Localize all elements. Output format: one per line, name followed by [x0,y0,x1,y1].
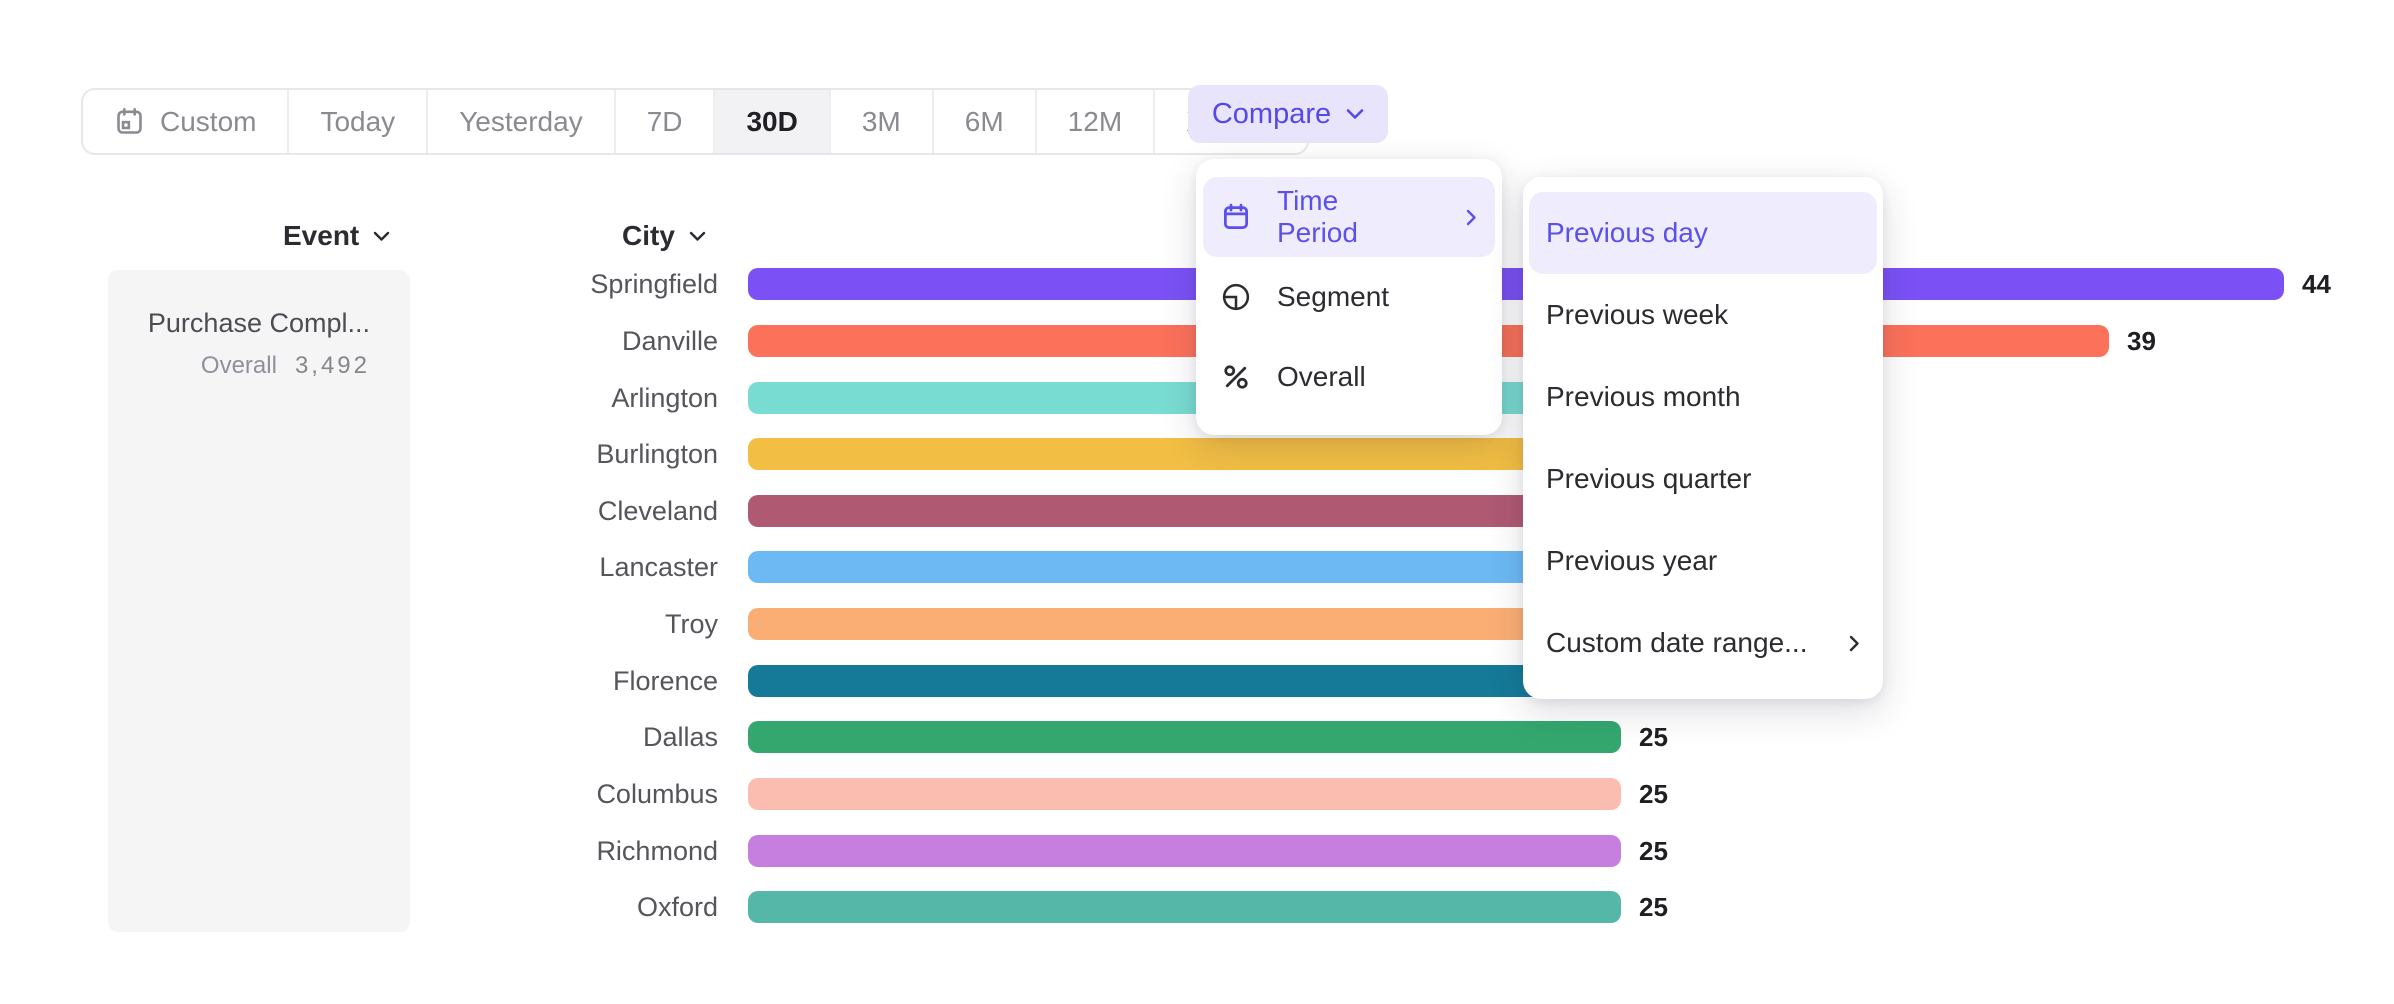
date-range-custom[interactable]: Custom [83,90,289,153]
date-range-6m[interactable]: 6M [934,90,1037,153]
bar-value: 44 [2302,268,2331,300]
chart-row: Richmond 25 [0,835,2394,867]
submenu-item-previous-year[interactable]: Previous year [1529,520,1877,602]
bar-label: Springfield [0,268,718,301]
chevron-right-icon [1466,209,1477,226]
chart-row: Burlington [0,438,2394,470]
bar-label: Oxford [0,891,718,924]
bar-label: Florence [0,665,718,698]
bar-label: Danville [0,325,718,358]
chart-row: Florence [0,665,2394,697]
calendar-icon [114,106,145,137]
insights-report: Custom Today Yesterday 7D 30D 3M 6M 12M … [0,0,2394,1004]
percent-icon [1221,362,1251,392]
date-range-3m[interactable]: 3M [831,90,934,153]
bar-label: Troy [0,608,718,641]
bar-label: Cleveland [0,495,718,528]
submenu-item-custom-date-range[interactable]: Custom date range... [1529,602,1877,684]
compare-button[interactable]: Compare [1188,85,1388,143]
chart-row: Oxford 25 [0,891,2394,923]
date-range-30d[interactable]: 30D [715,90,830,153]
bar-label: Richmond [0,835,718,868]
date-range-toolbar: Custom Today Yesterday 7D 30D 3M 6M 12M … [81,88,1309,155]
calendar-icon [1221,202,1251,232]
chevron-down-icon [1346,108,1364,120]
bar-value: 39 [2127,325,2156,357]
date-range-label: Custom [160,106,256,138]
date-range-today[interactable]: Today [289,90,428,153]
menu-item-time-period[interactable]: Time Period [1203,177,1495,257]
segment-icon [1221,282,1251,312]
menu-item-overall[interactable]: Overall [1203,337,1495,417]
chart-row: Troy [0,608,2394,640]
event-column-header[interactable]: Event [283,219,390,253]
time-period-submenu: Previous day Previous week Previous mont… [1523,177,1883,699]
bar-florence[interactable] [748,665,1655,697]
bar-value: 25 [1639,778,1668,810]
compare-menu: Time Period Segment [1196,159,1502,435]
bar-springfield[interactable] [748,268,2284,300]
menu-item-segment[interactable]: Segment [1203,257,1495,337]
bar-label: Dallas [0,721,718,754]
chevron-down-icon [689,231,706,242]
date-range-yesterday[interactable]: Yesterday [428,90,616,153]
city-column-header[interactable]: City [622,219,706,253]
bar-columbus[interactable] [748,778,1621,810]
submenu-item-previous-day[interactable]: Previous day [1529,192,1877,274]
bar-label: Lancaster [0,551,718,584]
bar-label: Arlington [0,382,718,415]
submenu-item-previous-quarter[interactable]: Previous quarter [1529,438,1877,520]
chart-row: Dallas 25 [0,721,2394,753]
submenu-item-previous-month[interactable]: Previous month [1529,356,1877,438]
bar-label: Burlington [0,438,718,471]
date-range-12m[interactable]: 12M [1037,90,1155,153]
chart-row: Lancaster [0,551,2394,583]
bar-value: 25 [1639,835,1668,867]
submenu-item-previous-week[interactable]: Previous week [1529,274,1877,356]
bar-dallas[interactable] [748,721,1621,753]
bar-label: Columbus [0,778,718,811]
event-card[interactable]: Purchase Compl... Overall 3,492 [108,270,410,932]
chart-row: Columbus 25 [0,778,2394,810]
bar-oxford[interactable] [748,891,1621,923]
chart-row: Cleveland [0,495,2394,527]
bar-value: 25 [1639,891,1668,923]
bar-richmond[interactable] [748,835,1621,867]
chevron-right-icon [1849,635,1860,652]
bar-value: 25 [1639,721,1668,753]
chevron-down-icon [373,231,390,242]
date-range-7d[interactable]: 7D [616,90,716,153]
